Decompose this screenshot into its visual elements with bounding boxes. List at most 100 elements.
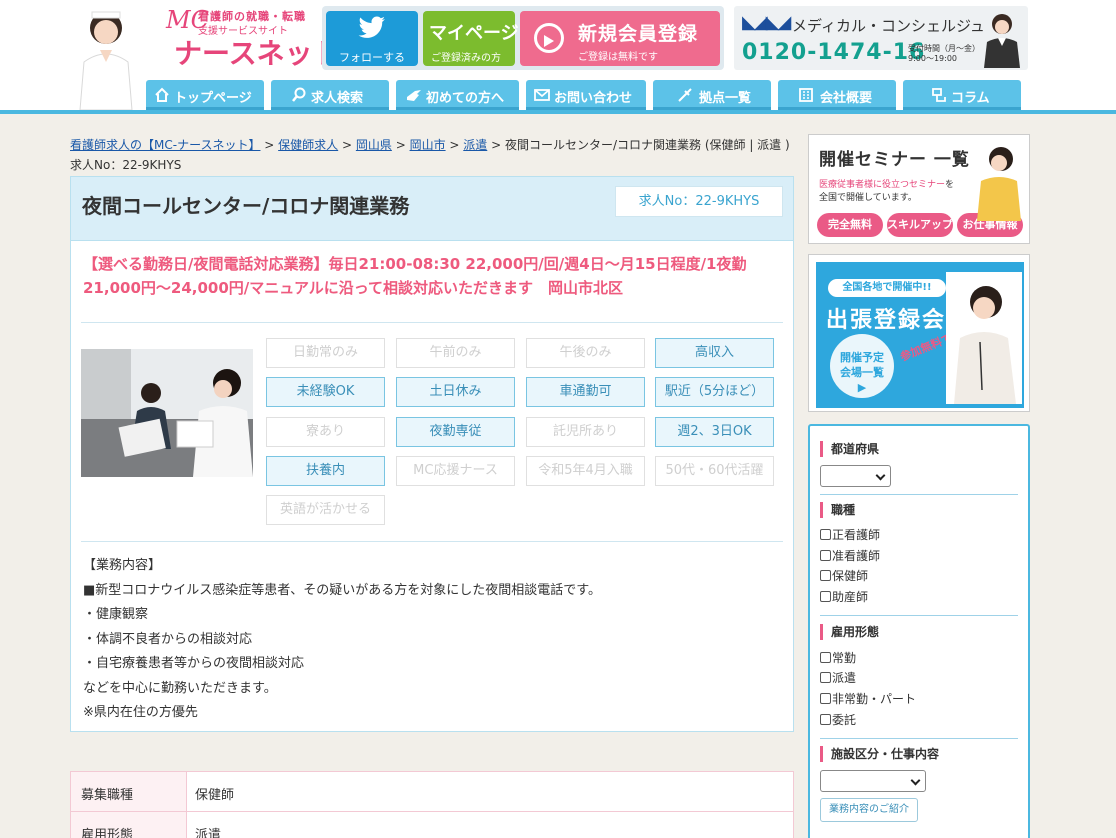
duties-line: ■新型コロナウイルス感染症等患者、その疑いがある方を対象にした夜間相談電話です。 [83,582,601,598]
job-type-checkbox[interactable]: 助産師 [820,590,868,604]
job-duties: 【業務内容】 ■新型コロナウイルス感染症等患者、その疑いがある方を対象にした夜間… [83,554,783,726]
duties-line: などを中心に勤務いただきます。 [83,680,277,696]
checkbox-icon [820,652,831,663]
mypage-button[interactable]: マイページ ご登録済みの方 [423,11,519,66]
job-type-checkbox[interactable]: 准看護師 [820,549,880,563]
job-type-heading: 職種 [820,502,855,518]
seminar-pill-skillup: スキルアップ [887,213,953,237]
feature-tag: 日勤常のみ [266,338,385,368]
seminar-title: 開催セミナー 一覧 [819,150,970,170]
feature-tag: 土日休み [396,377,515,407]
header-button-group: フォローする マイページ ご登録済みの方 新規会員登録 ご登録は無料です [322,6,724,70]
concierge-name: メディカル・コンシェルジュ [792,17,985,35]
breadcrumb-link-home[interactable]: 看護師求人の【MC-ナースネット】 [70,138,260,152]
breadcrumb-separator: > [338,138,356,152]
job-type-checkbox[interactable]: 保健師 [820,569,868,583]
duties-line: ・体調不良者からの相談対応 [83,631,253,647]
seminar-illustration [977,147,1021,221]
checkbox-label: 准看護師 [832,549,881,563]
feature-tag: 駅近（5分ほど） [655,377,774,407]
concierge-phone[interactable]: 0120-1474-16 [742,40,925,65]
nav-item-column[interactable]: コラム [903,80,1021,110]
divider [820,738,1018,739]
registration-event-panel: 全国各地で開催中!! 出張登録会 開催予定 会場一覧 ▶ 参加無料です! [816,262,1024,408]
breadcrumb-link-prefecture[interactable]: 岡山県 [356,138,392,152]
job-photo [81,349,253,477]
nav-item-contact[interactable]: お問い合わせ [526,80,646,110]
breadcrumb-separator: > [260,138,279,152]
checkbox-icon [820,570,831,581]
employment-checkbox[interactable]: 委託 [820,713,856,727]
logo-name: ナースネット [174,37,341,70]
breadcrumb-link-phn[interactable]: 保健師求人 [278,138,338,152]
pointing-hand-icon [407,90,421,101]
map-pin-icon [678,88,692,102]
facility-heading: 施設区分・仕事内容 [820,746,939,762]
nav-item-search[interactable]: 求人検索 [271,80,389,110]
nav-label-search: 求人検索 [311,91,364,106]
facility-select[interactable] [820,770,926,792]
table-row: 募集職種 保健師 [71,772,793,812]
search-panel: 都道府県 職種 正看護師 准看護師 保健師 助産師 雇用形態 常勤 派遣 非常勤… [808,424,1030,838]
breadcrumb-job-no: 求人No：22-9KHYS [70,158,182,172]
employment-checkbox[interactable]: 非常勤・パート [820,692,916,706]
mypage-sub: ご登録済みの方 [431,53,501,64]
checkbox-label: 正看護師 [832,528,881,542]
venue-list-line1: 開催予定 [840,351,884,364]
breadcrumb-link-city[interactable]: 岡山市 [410,138,446,152]
nav-label-column: コラム [951,91,990,106]
table-cell: 派遣 [195,828,222,838]
column-icon [932,88,946,102]
concierge-hours: 受付時間（月〜金） 9:00〜19:00 [908,44,980,64]
checkbox-icon [820,693,831,704]
seminar-banner[interactable]: 開催セミナー 一覧 医療従事者様に役立つセミナーを 全国で開催しています。 完全… [808,134,1030,244]
nav-label-company: 会社概要 [820,91,873,106]
checkbox-label: 派遣 [832,671,857,685]
feature-tag: 英語が活かせる [266,495,385,525]
checkbox-label: 委託 [832,713,857,727]
registration-event-banner[interactable]: 全国各地で開催中!! 出張登録会 開催予定 会場一覧 ▶ 参加無料です! [808,254,1030,412]
feature-tag: 寮あり [266,417,385,447]
feature-tag: 託児所あり [526,417,645,447]
job-title: 夜間コールセンター/コロナ関連業務 [82,194,410,218]
register-button[interactable]: 新規会員登録 ご登録は無料です [520,11,720,66]
seminar-pill-free: 完全無料 [817,213,883,237]
feature-tag: 扶養内 [266,456,385,486]
employment-checkbox[interactable]: 常勤 [820,651,856,665]
job-number-badge: 求人No：22-9KHYS [615,186,783,217]
nav-item-top[interactable]: トップページ [146,80,264,110]
employment-checkbox[interactable]: 派遣 [820,671,856,685]
duties-intro-button[interactable]: 業務内容のご紹介 [820,798,918,822]
job-info-table: 募集職種 保健師 雇用形態 派遣 [70,771,794,838]
event-title: 出張登録会 [826,308,947,333]
operator-illustration [984,14,1020,68]
divider [820,494,1018,495]
seminar-desc-line2: 全国で開催しています。 [819,193,917,203]
feature-tag: 午後のみ [526,338,645,368]
table-row: 雇用形態 派遣 [71,812,793,838]
breadcrumb-link-dispatch[interactable]: 派遣 [463,138,487,152]
job-headline: 【選べる勤務日/夜間電話対応業務】毎日21:00-08:30 22,000円/回… [83,255,747,297]
concierge-banner[interactable]: ◣◢◣◢ メディカル・コンシェルジュ 0120-1474-16 受付時間（月〜金… [734,6,1028,70]
nav-item-company[interactable]: 会社概要 [778,80,896,110]
duties-line: ※県内在住の方優先 [83,705,198,720]
feature-tag: 夜勤専従 [396,417,515,447]
job-type-checkbox[interactable]: 正看護師 [820,528,880,542]
checkbox-label: 保健師 [832,569,869,583]
job-card: 夜間コールセンター/コロナ関連業務 求人No：22-9KHYS 【選べる勤務日/… [70,176,794,732]
twitter-bird-icon [358,16,385,38]
prefecture-select[interactable] [820,465,891,487]
nav-item-beginners[interactable]: 初めての方へ [396,80,519,110]
table-header-cell: 募集職種 [71,772,187,811]
breadcrumb-separator: > [391,138,410,152]
register-sub: ご登録は無料です [578,52,658,63]
site-header: MC 看護師の就職・転職 支援サービスサイト ナースネット フォローする マイペ… [0,0,1116,114]
twitter-follow-button[interactable]: フォローする [326,11,418,66]
seminar-desc-rest: を [945,180,955,190]
nav-item-locations[interactable]: 拠点一覧 [653,80,771,110]
seminar-desc-highlight: 医療従事者様に役立つセミナー [819,180,946,190]
twitter-follow-label: フォローする [339,51,405,64]
feature-tag: 50代・60代活躍 [655,456,774,486]
breadcrumb-separator: > [487,138,505,152]
venue-list-button[interactable]: 開催予定 会場一覧 ▶ [830,334,894,398]
